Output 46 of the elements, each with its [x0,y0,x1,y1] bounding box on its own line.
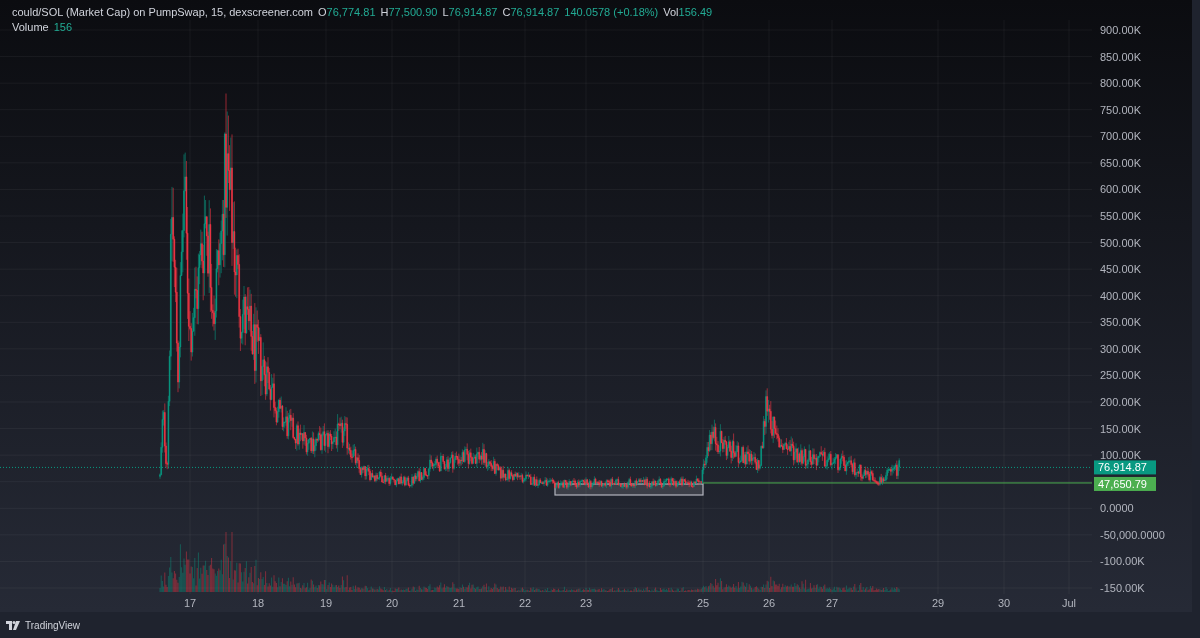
x-axis-label: 18 [251,597,265,609]
y-axis-label: 900.00K [1100,24,1141,36]
y-axis-label: 100.00K [1100,449,1141,462]
y-axis-label: 600.00K [1100,183,1141,196]
y-axis-label: 700.00K [1100,130,1141,143]
y-axis-label: -50,000.0000 [1100,528,1165,541]
x-axis-label: Jul [1061,597,1077,609]
y-axis-label: 250.00K [1100,369,1141,382]
y-axis-label: 850.00K [1100,50,1141,63]
price-label: 76,914.87 [1094,460,1156,475]
x-axis-label: 26 [762,597,776,609]
y-axis-label: 350.00K [1100,316,1141,329]
volume-count: 156 [53,21,73,33]
ohlc-value: O76,774.81 [318,6,376,18]
symbol-title: could/SOL (Market Cap) on PumpSwap, 15, dexscreener.com [12,6,313,18]
logo-icon [6,620,22,630]
y-axis-label: 0.0000 [1100,502,1134,515]
x-axis-label: 21 [452,597,466,609]
x-axis-label: 23 [579,597,593,609]
y-axis-label: -100.00K [1100,555,1145,568]
y-axis-label: 750.00K [1100,103,1141,116]
brand-name: TradingView [25,619,81,631]
volume-value: Vol156.49 [663,6,713,18]
volume-label: Volume [12,21,49,33]
y-axis-label: -150.00K [1100,582,1145,594]
y-axis-label: 200.00K [1100,396,1141,408]
ohlc-value: H77,500.90 [380,6,438,18]
ohlc-value: C76,914.87 [502,6,560,18]
y-axis-label: 500.00K [1100,236,1141,249]
change-value: 140.0578 (+0.18%) [564,6,659,18]
y-axis-label: 650.00K [1100,156,1141,169]
x-axis-label: 25 [696,597,710,609]
x-axis-label: 20 [385,597,399,609]
y-axis-label: 150.00K [1100,422,1141,435]
y-axis-label: 400.00K [1100,289,1141,302]
ohlc-value: L76,914.87 [442,6,498,18]
x-axis-label: 30 [997,597,1011,609]
x-axis-label: 19 [319,597,333,609]
y-axis-label: 450.00K [1100,263,1141,276]
y-axis-label: 550.00K [1100,210,1141,222]
x-axis-label: 22 [518,597,532,609]
x-axis-label: 27 [825,597,839,609]
x-axis-label: 29 [931,597,945,609]
x-axis-label: 17 [183,597,197,609]
y-axis-label: 300.00K [1100,342,1141,355]
y-axis-label: 800.00K [1100,77,1141,90]
